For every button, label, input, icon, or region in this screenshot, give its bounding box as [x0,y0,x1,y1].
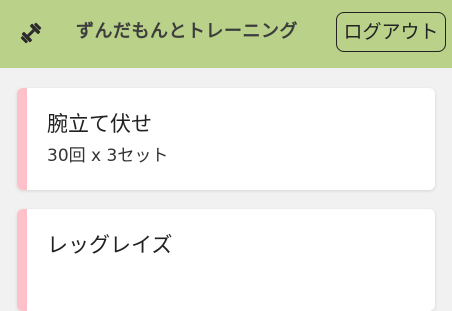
exercise-name: 腕立て伏せ [47,112,152,136]
card-accent-bar [17,88,27,190]
logout-button[interactable]: ログアウト [336,12,446,52]
exercise-detail: 30回 x 3セット [47,146,169,166]
card-accent-bar [17,209,27,311]
exercise-card[interactable]: 腕立て伏せ 30回 x 3セット [17,88,435,190]
exercise-card[interactable]: レッグレイズ [17,209,435,311]
app-header: ずんだもんとトレーニング ログアウト [0,0,452,68]
dumbbell-icon [20,22,42,44]
exercise-name: レッグレイズ [47,233,173,257]
app-title: ずんだもんとトレーニング [76,21,298,42]
